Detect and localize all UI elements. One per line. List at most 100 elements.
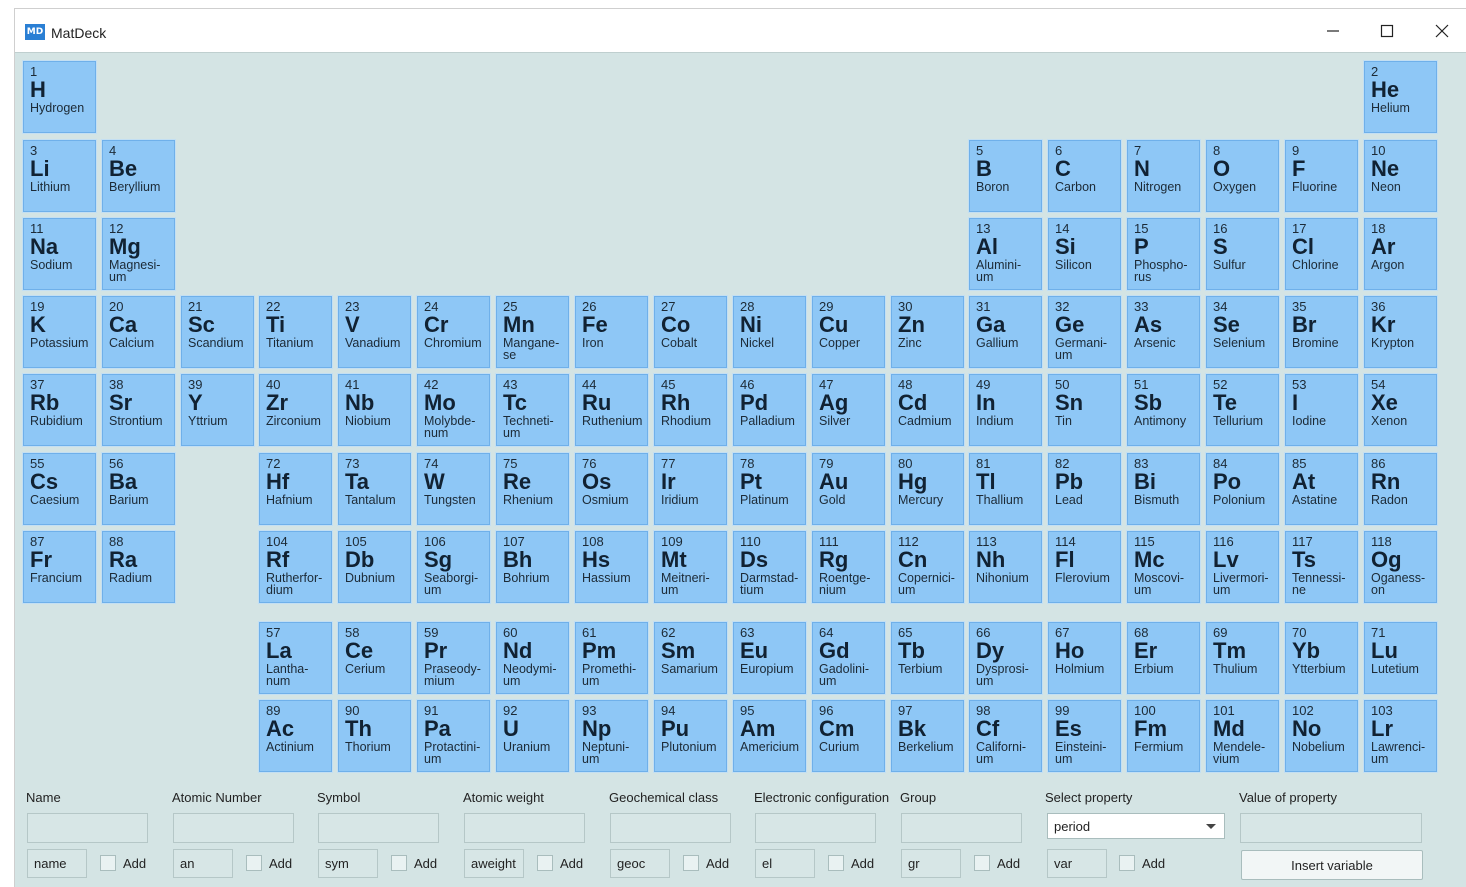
element-cell-sc[interactable]: 21 Sc Scandium (181, 296, 254, 368)
atomic-weight-var-field[interactable]: aweight (464, 849, 524, 878)
element-cell-dy[interactable]: 66 Dy Dysprosi- um (969, 622, 1042, 694)
element-cell-w[interactable]: 74 W Tungsten (417, 453, 490, 525)
element-cell-cr[interactable]: 24 Cr Chromium (417, 296, 490, 368)
element-cell-i[interactable]: 53 I Iodine (1285, 374, 1358, 446)
element-cell-ba[interactable]: 56 Ba Barium (102, 453, 175, 525)
element-cell-ir[interactable]: 77 Ir Iridium (654, 453, 727, 525)
atomic-weight-field[interactable] (464, 813, 585, 843)
element-cell-pa[interactable]: 91 Pa Protactini- um (417, 700, 490, 772)
element-cell-ds[interactable]: 110 Ds Darmstad- tium (733, 531, 806, 603)
element-cell-ti[interactable]: 22 Ti Titanium (259, 296, 332, 368)
element-cell-y[interactable]: 39 Y Yttrium (181, 374, 254, 446)
element-cell-mc[interactable]: 115 Mc Moscovi- um (1127, 531, 1200, 603)
element-cell-h[interactable]: 1 H Hydrogen (23, 61, 96, 133)
element-cell-zn[interactable]: 30 Zn Zinc (891, 296, 964, 368)
element-cell-be[interactable]: 4 Be Beryllium (102, 140, 175, 212)
element-cell-bh[interactable]: 107 Bh Bohrium (496, 531, 569, 603)
atomic-number-var-field[interactable]: an (173, 849, 233, 878)
element-cell-ag[interactable]: 47 Ag Silver (812, 374, 885, 446)
element-cell-c[interactable]: 6 C Carbon (1048, 140, 1121, 212)
element-cell-eu[interactable]: 63 Eu Europium (733, 622, 806, 694)
element-cell-zr[interactable]: 40 Zr Zirconium (259, 374, 332, 446)
element-cell-mo[interactable]: 42 Mo Molybde- num (417, 374, 490, 446)
element-cell-se[interactable]: 34 Se Selenium (1206, 296, 1279, 368)
element-cell-na[interactable]: 11 Na Sodium (23, 218, 96, 290)
element-cell-os[interactable]: 76 Os Osmium (575, 453, 648, 525)
element-cell-sb[interactable]: 51 Sb Antimony (1127, 374, 1200, 446)
element-cell-p[interactable]: 15 P Phospho- rus (1127, 218, 1200, 290)
electronic-configuration-field[interactable] (755, 813, 876, 843)
element-cell-o[interactable]: 8 O Oxygen (1206, 140, 1279, 212)
element-cell-cn[interactable]: 112 Cn Copernici- um (891, 531, 964, 603)
group-var-field[interactable]: gr (901, 849, 961, 878)
element-cell-cu[interactable]: 29 Cu Copper (812, 296, 885, 368)
element-cell-am[interactable]: 95 Am Americium (733, 700, 806, 772)
element-cell-mn[interactable]: 25 Mn Mangane- se (496, 296, 569, 368)
element-cell-fe[interactable]: 26 Fe Iron (575, 296, 648, 368)
element-cell-ac[interactable]: 89 Ac Actinium (259, 700, 332, 772)
element-cell-ho[interactable]: 67 Ho Holmium (1048, 622, 1121, 694)
element-cell-rn[interactable]: 86 Rn Radon (1364, 453, 1437, 525)
element-cell-sg[interactable]: 106 Sg Seaborgi- um (417, 531, 490, 603)
group-field[interactable] (901, 813, 1022, 843)
element-cell-og[interactable]: 118 Og Oganess- on (1364, 531, 1437, 603)
element-cell-nh[interactable]: 113 Nh Nihonium (969, 531, 1042, 603)
element-cell-pd[interactable]: 46 Pd Palladium (733, 374, 806, 446)
element-cell-mt[interactable]: 109 Mt Meitneri- um (654, 531, 727, 603)
element-cell-cl[interactable]: 17 Cl Chlorine (1285, 218, 1358, 290)
element-cell-s[interactable]: 16 S Sulfur (1206, 218, 1279, 290)
element-cell-li[interactable]: 3 Li Lithium (23, 140, 96, 212)
element-cell-cm[interactable]: 96 Cm Curium (812, 700, 885, 772)
element-cell-ge[interactable]: 32 Ge Germani- um (1048, 296, 1121, 368)
element-cell-cd[interactable]: 48 Cd Cadmium (891, 374, 964, 446)
element-cell-rh[interactable]: 45 Rh Rhodium (654, 374, 727, 446)
element-cell-md[interactable]: 101 Md Mendele- vium (1206, 700, 1279, 772)
geochemical-class-add-checkbox[interactable] (683, 855, 699, 871)
element-cell-hf[interactable]: 72 Hf Hafnium (259, 453, 332, 525)
element-cell-co[interactable]: 27 Co Cobalt (654, 296, 727, 368)
atomic-weight-add-checkbox[interactable] (537, 855, 553, 871)
element-cell-lr[interactable]: 103 Lr Lawrenci- um (1364, 700, 1437, 772)
element-cell-u[interactable]: 92 U Uranium (496, 700, 569, 772)
element-cell-ne[interactable]: 10 Ne Neon (1364, 140, 1437, 212)
geochemical-class-field[interactable] (610, 813, 731, 843)
element-cell-hg[interactable]: 80 Hg Mercury (891, 453, 964, 525)
element-cell-pu[interactable]: 94 Pu Plutonium (654, 700, 727, 772)
name-var-field[interactable]: name (27, 849, 87, 878)
element-cell-ta[interactable]: 73 Ta Tantalum (338, 453, 411, 525)
element-cell-hs[interactable]: 108 Hs Hassium (575, 531, 648, 603)
element-cell-cf[interactable]: 98 Cf Californi- um (969, 700, 1042, 772)
element-cell-v[interactable]: 23 V Vanadium (338, 296, 411, 368)
element-cell-db[interactable]: 105 Db Dubnium (338, 531, 411, 603)
element-cell-pb[interactable]: 82 Pb Lead (1048, 453, 1121, 525)
symbol-add-checkbox[interactable] (391, 855, 407, 871)
element-cell-re[interactable]: 75 Re Rhenium (496, 453, 569, 525)
name-field[interactable] (27, 813, 148, 843)
element-cell-sm[interactable]: 62 Sm Samarium (654, 622, 727, 694)
element-cell-sn[interactable]: 50 Sn Tin (1048, 374, 1121, 446)
property-select[interactable]: period (1047, 813, 1225, 839)
element-cell-pt[interactable]: 78 Pt Platinum (733, 453, 806, 525)
element-cell-yb[interactable]: 70 Yb Ytterbium (1285, 622, 1358, 694)
element-cell-rf[interactable]: 104 Rf Rutherfor- dium (259, 531, 332, 603)
element-cell-ga[interactable]: 31 Ga Gallium (969, 296, 1042, 368)
element-cell-ts[interactable]: 117 Ts Tennessi- ne (1285, 531, 1358, 603)
element-cell-po[interactable]: 84 Po Polonium (1206, 453, 1279, 525)
symbol-var-field[interactable]: sym (318, 849, 378, 878)
element-cell-f[interactable]: 9 F Fluorine (1285, 140, 1358, 212)
element-cell-fr[interactable]: 87 Fr Francium (23, 531, 96, 603)
symbol-field[interactable] (318, 813, 439, 843)
element-cell-np[interactable]: 93 Np Neptuni- um (575, 700, 648, 772)
element-cell-ru[interactable]: 44 Ru Ruthenium (575, 374, 648, 446)
element-cell-nd[interactable]: 60 Nd Neodymi- um (496, 622, 569, 694)
element-cell-er[interactable]: 68 Er Erbium (1127, 622, 1200, 694)
element-cell-br[interactable]: 35 Br Bromine (1285, 296, 1358, 368)
property-var-field[interactable]: var (1047, 849, 1107, 878)
element-cell-tm[interactable]: 69 Tm Thulium (1206, 622, 1279, 694)
atomic-number-add-checkbox[interactable] (246, 855, 262, 871)
element-cell-lu[interactable]: 71 Lu Lutetium (1364, 622, 1437, 694)
element-cell-kr[interactable]: 36 Kr Krypton (1364, 296, 1437, 368)
element-cell-ce[interactable]: 58 Ce Cerium (338, 622, 411, 694)
element-cell-cs[interactable]: 55 Cs Caesium (23, 453, 96, 525)
element-cell-fl[interactable]: 114 Fl Flerovium (1048, 531, 1121, 603)
